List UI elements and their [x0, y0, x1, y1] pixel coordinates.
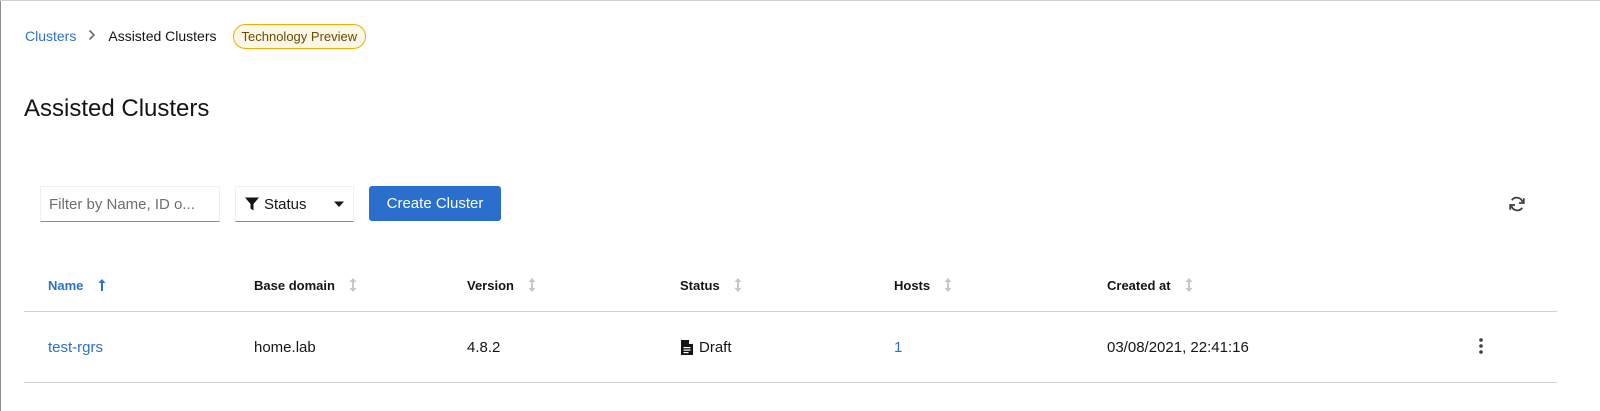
cell-created-at: 03/08/2021, 22:41:16 [1107, 338, 1249, 356]
cell-name: test-rgrs [48, 337, 103, 357]
column-header-label: Hosts [894, 277, 931, 293]
column-header-label: Base domain [254, 277, 335, 293]
table-header-divider [24, 311, 1557, 312]
sort-icon [1185, 278, 1193, 292]
cell-status: Draft [681, 337, 732, 357]
sort-ascending-icon [97, 278, 107, 292]
sort-icon [349, 278, 357, 292]
cell-hosts: 1 [894, 337, 902, 357]
cell-base-domain: home.lab [254, 338, 316, 356]
document-icon [681, 339, 693, 355]
status-filter-dropdown[interactable]: Status [235, 186, 354, 222]
sort-icon [734, 278, 742, 292]
breadcrumb: Clusters Assisted Clusters Technology Pr… [25, 23, 367, 49]
cell-version: 4.8.2 [467, 338, 501, 356]
column-header-version[interactable]: Version [467, 276, 536, 294]
status-label: Draft [699, 338, 732, 356]
page-title: Assisted Clusters [24, 95, 210, 122]
table-row-divider [24, 382, 1557, 383]
cluster-name-link[interactable]: test-rgrs [48, 339, 103, 356]
breadcrumb-current: Assisted Clusters [108, 28, 217, 44]
filter-icon [244, 196, 260, 212]
column-header-status[interactable]: Status [680, 276, 742, 294]
column-header-created-at[interactable]: Created at [1107, 276, 1193, 294]
filter-input[interactable] [40, 186, 220, 222]
sort-icon [528, 278, 536, 292]
sort-icon [944, 278, 952, 292]
refresh-icon[interactable] [1504, 191, 1530, 217]
column-header-label: Name [48, 277, 84, 293]
column-header-base-domain[interactable]: Base domain [254, 276, 357, 294]
column-header-hosts[interactable]: Hosts [894, 276, 952, 294]
column-header-label: Version [467, 277, 514, 293]
breadcrumb-clusters-link[interactable]: Clusters [25, 28, 76, 44]
caret-down-icon [333, 198, 345, 210]
row-actions-kebab-icon[interactable] [1472, 334, 1490, 358]
hosts-count-link[interactable]: 1 [894, 339, 902, 356]
status-filter-label: Status [264, 195, 307, 213]
column-header-name[interactable]: Name [48, 276, 107, 294]
window-top-edge [0, 0, 1600, 1]
window-left-edge [0, 0, 1, 411]
column-header-label: Status [680, 277, 720, 293]
technology-preview-badge: Technology Preview [232, 23, 367, 49]
chevron-right-icon [88, 28, 96, 44]
column-header-label: Created at [1107, 277, 1171, 293]
create-cluster-button[interactable]: Create Cluster [369, 186, 501, 221]
